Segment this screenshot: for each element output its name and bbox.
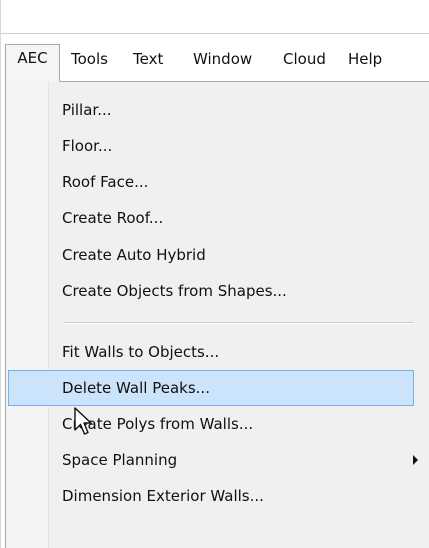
mouse-pointer-icon [74,407,92,435]
menu-item-delete-wall-peaks[interactable]: Delete Wall Peaks... [8,370,414,406]
menu-item-pillar[interactable]: Pillar... [8,92,414,128]
menu-item-create-objects-from-shapes[interactable]: Create Objects from Shapes... [8,273,414,309]
window-top-strip [1,0,429,34]
menu-tools[interactable]: Tools [63,46,116,82]
menu-help[interactable]: Help [340,46,390,82]
menu-item-space-planning[interactable]: Space Planning [8,442,418,478]
menu-aec[interactable]: AEC [5,44,60,82]
menu-item-floor[interactable]: Floor... [8,128,414,164]
menu-bar: AEC Tools Text Window Cloud Help [1,34,411,82]
menu-item-create-auto-hybrid[interactable]: Create Auto Hybrid [8,237,414,273]
application-window: AEC Tools Text Window Cloud Help Pillar.… [0,0,429,548]
menu-item-space-planning-label: Space Planning [62,451,178,469]
menu-separator [64,322,414,324]
aec-dropdown-menu: Pillar... Floor... Roof Face... Create R… [5,81,429,548]
menu-item-roof-face[interactable]: Roof Face... [8,164,414,200]
menu-item-fit-walls-to-objects[interactable]: Fit Walls to Objects... [8,334,414,370]
menu-item-dimension-exterior-walls[interactable]: Dimension Exterior Walls... [8,478,414,514]
menu-text[interactable]: Text [125,46,171,82]
menu-window[interactable]: Window [185,46,260,82]
menu-item-create-polys-from-walls[interactable]: Create Polys from Walls... [8,406,414,442]
menu-cloud[interactable]: Cloud [275,46,334,82]
chevron-right-icon [413,455,418,465]
menu-item-create-roof[interactable]: Create Roof... [8,200,414,236]
